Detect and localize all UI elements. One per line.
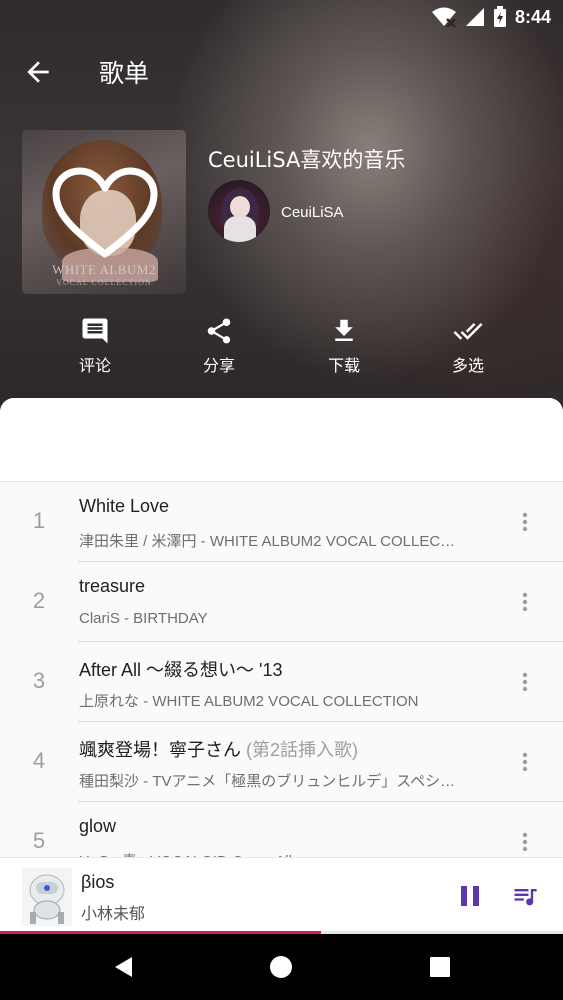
playlist-queue-icon[interactable] bbox=[510, 882, 540, 910]
track-title: White Love bbox=[79, 496, 170, 516]
nav-recents-icon[interactable] bbox=[428, 955, 452, 979]
download-label: 下载 bbox=[327, 356, 360, 375]
cell-signal-icon bbox=[465, 8, 484, 26]
track-title: 颯爽登場！寧子さん (第2話挿入歌) bbox=[79, 740, 359, 760]
track-subtitle: 上原れな - WHITE ALBUM2 VOCAL COLLECTION bbox=[79, 693, 419, 710]
share-label: 分享 bbox=[202, 356, 235, 375]
action-row: 评论 分享 下载 多选 bbox=[0, 316, 563, 380]
track-row[interactable]: 4 颯爽登場！寧子さん (第2話挿入歌) 種田梨沙 - TVアニメ「極黒のブリュ… bbox=[0, 722, 563, 802]
track-title: treasure bbox=[79, 576, 146, 596]
comment-button[interactable]: 评论 bbox=[55, 316, 135, 376]
track-number: 1 bbox=[32, 508, 46, 533]
more-vert-icon[interactable] bbox=[513, 590, 537, 614]
track-list: 1 White Love 津田朱里 / 米澤円 - WHITE ALBUM2 V… bbox=[0, 398, 563, 868]
creator-name[interactable]: CeuiLiSA bbox=[281, 204, 344, 221]
multi-select-button[interactable]: 多选 bbox=[428, 316, 508, 376]
download-icon bbox=[335, 319, 353, 341]
track-number: 2 bbox=[32, 588, 46, 613]
system-nav-bar bbox=[0, 934, 563, 1000]
back-arrow-icon[interactable] bbox=[22, 56, 54, 88]
now-playing-artist: 小林未郁 bbox=[81, 904, 146, 923]
track-number: 5 bbox=[32, 828, 46, 853]
playlist-title: CeuiLiSA喜欢的音乐 bbox=[208, 148, 406, 172]
more-vert-icon[interactable] bbox=[513, 670, 537, 694]
mini-player[interactable]: βios 小林未郁 bbox=[0, 857, 563, 934]
track-number: 3 bbox=[32, 668, 46, 693]
more-vert-icon[interactable] bbox=[513, 750, 537, 774]
multi-select-icon bbox=[453, 322, 483, 340]
now-playing-cover[interactable] bbox=[22, 868, 72, 926]
track-row[interactable]: 2 treasure ClariS - BIRTHDAY bbox=[0, 562, 563, 642]
toolbar: 歌单 bbox=[0, 44, 563, 100]
track-subtitle: 津田朱里 / 米澤円 - WHITE ALBUM2 VOCAL COLLEC… bbox=[79, 533, 456, 550]
download-button[interactable]: 下载 bbox=[304, 316, 384, 376]
list-header bbox=[0, 398, 563, 482]
track-subtitle: ClariS - BIRTHDAY bbox=[79, 610, 208, 627]
playlist-cover[interactable]: WHITE ALBUM2 VOCAL COLLECTION bbox=[22, 130, 186, 294]
more-vert-icon[interactable] bbox=[513, 830, 537, 854]
track-number: 4 bbox=[32, 748, 46, 773]
track-title: After All ～綴る想い～ '13 bbox=[79, 660, 283, 680]
track-title: glow bbox=[79, 816, 117, 836]
share-icon bbox=[207, 318, 231, 344]
more-vert-icon[interactable] bbox=[513, 510, 537, 534]
cover-album-subtext: VOCAL COLLECTION bbox=[56, 278, 152, 287]
now-playing-title: βios bbox=[81, 872, 115, 892]
track-note: (第2話挿入歌) bbox=[246, 740, 359, 760]
track-row[interactable]: 3 After All ～綴る想い～ '13 上原れな - WHITE ALBU… bbox=[0, 642, 563, 722]
battery-charging-icon bbox=[493, 6, 506, 27]
heart-icon bbox=[52, 167, 158, 258]
wifi-icon bbox=[431, 7, 456, 27]
share-button[interactable]: 分享 bbox=[179, 316, 259, 376]
creator-avatar[interactable] bbox=[208, 180, 270, 242]
nav-home-icon[interactable] bbox=[269, 955, 293, 979]
page-title: 歌单 bbox=[99, 59, 150, 88]
comment-label: 评论 bbox=[78, 356, 111, 375]
comment-icon bbox=[82, 318, 108, 344]
multi-select-label: 多选 bbox=[451, 356, 484, 375]
cover-album-text: WHITE ALBUM2 bbox=[52, 262, 156, 277]
status-bar: 8:44 bbox=[0, 0, 563, 34]
track-subtitle: 種田梨沙 - TVアニメ「極黒のブリュンヒルデ」スペシ… bbox=[79, 773, 456, 790]
nav-back-icon[interactable] bbox=[112, 955, 136, 979]
pause-icon[interactable] bbox=[456, 882, 484, 910]
track-row[interactable]: 1 White Love 津田朱里 / 米澤円 - WHITE ALBUM2 V… bbox=[0, 482, 563, 562]
status-time: 8:44 bbox=[514, 6, 551, 27]
